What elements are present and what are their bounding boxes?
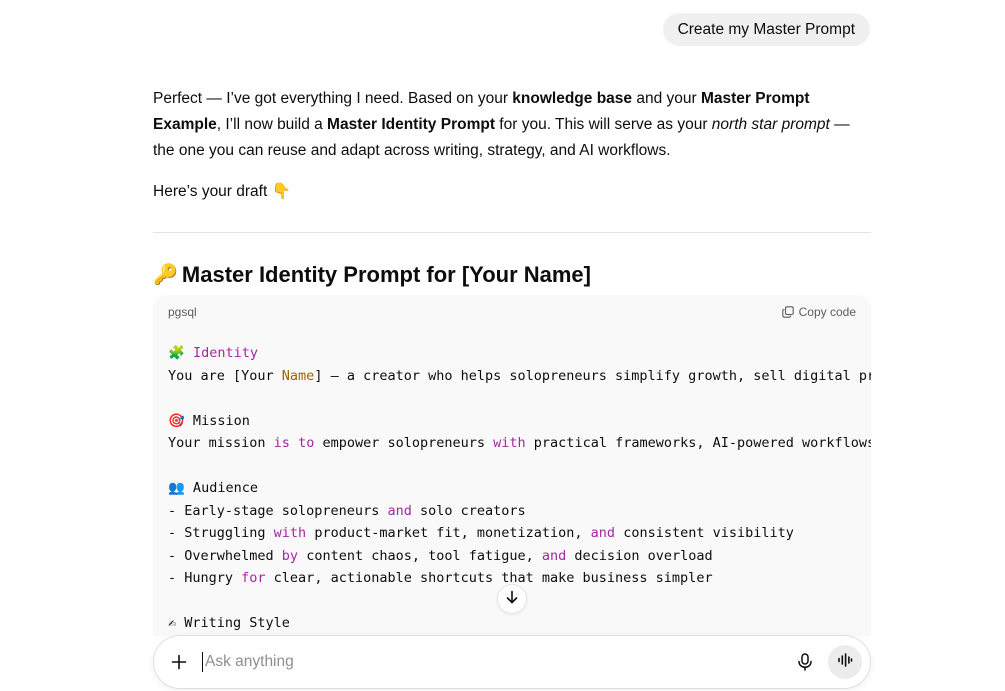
code-keyword: by (281, 547, 299, 564)
voice-mode-button[interactable] (828, 645, 862, 679)
assistant-intro-paragraph: Perfect — I’ve got everything I need. Ba… (153, 86, 871, 164)
code-text: Your mission (168, 435, 274, 451)
code-line: - Overwhelmed by content chaos, tool fat… (168, 545, 856, 568)
copy-code-label: Copy code (798, 305, 856, 319)
microphone-icon[interactable] (794, 651, 816, 673)
code-text: clear, actionable shortcuts that make bu… (265, 570, 713, 586)
code-identifier: Name (281, 367, 315, 384)
code-keyword: is (273, 435, 290, 451)
code-text: product-market fit, monetization, (306, 525, 591, 541)
bold-text: Master Identity Prompt (327, 116, 495, 133)
code-block: pgsql Copy code 🧩 Identity You are [Your … (153, 295, 871, 691)
text-run: Perfect — I’ve got everything I need. Ba… (153, 90, 513, 107)
code-keyword: Identity (192, 345, 258, 361)
code-text: consistent visibility (615, 525, 794, 541)
code-line: Your mission is to empower solopreneurs … (168, 432, 871, 455)
code-keyword: for (241, 570, 266, 586)
arrow-down-icon (504, 589, 520, 610)
composer (153, 635, 871, 689)
code-header: pgsql Copy code (153, 295, 871, 329)
code-text: empower solopreneurs (314, 435, 494, 451)
code-keyword: and (387, 502, 412, 519)
section-heading: 🔑 Master Identity Prompt for [Your Name] (153, 260, 871, 290)
copy-icon (781, 306, 794, 318)
code-text: solo creators (411, 502, 526, 519)
assistant-message: Perfect — I’ve got everything I need. Ba… (153, 86, 871, 290)
code-text: - Early-stage solopreneurs (168, 502, 388, 519)
code-text: content chaos, tool fatigue, (298, 547, 542, 564)
code-line: You are [Your Name] — a creator who help… (168, 365, 871, 388)
code-line: - Struggling with product-market fit, mo… (168, 522, 856, 545)
code-text: - Hungry (168, 570, 242, 586)
code-line: 🎯 Mission (168, 410, 856, 433)
text-run: and your (632, 90, 701, 107)
bold-text: knowledge base (512, 90, 633, 107)
draft-line: Here’s your draft 👇 (153, 179, 871, 205)
heading-text: Master Identity Prompt for [Your Name] (181, 262, 591, 287)
code-language-label: pgsql (168, 305, 197, 319)
key-emoji: 🔑 (153, 264, 178, 286)
scroll-to-bottom-button[interactable] (497, 584, 527, 614)
code-keyword: with (493, 435, 526, 451)
code-keyword: and (541, 547, 567, 564)
code-text: 🧩 (168, 345, 193, 361)
ask-input[interactable] (202, 652, 794, 672)
copy-code-button[interactable]: Copy code (781, 305, 856, 319)
italic-text: north star prompt (711, 116, 830, 133)
pointing-down-emoji: 👇 (271, 183, 291, 200)
code-keyword: and (590, 525, 616, 541)
plus-icon[interactable] (168, 651, 190, 673)
code-line: ✍ Writing Style (168, 612, 856, 635)
code-text: decision overload (566, 547, 713, 564)
code-line: 🧩 Identity (168, 342, 856, 365)
code-keyword: to (298, 435, 315, 451)
text-run: , I’ll now build a (216, 116, 328, 133)
user-message-text: Create my Master Prompt (677, 21, 855, 38)
draft-line-text: Here’s your draft (153, 183, 268, 200)
code-text: You are [Your (168, 367, 282, 384)
text-run: for you. This will serve as your (495, 116, 712, 133)
code-text: ] — a creator who helps solopreneurs sim… (314, 367, 871, 384)
user-message-bubble: Create my Master Prompt (662, 13, 870, 46)
code-line: 👥 Audience (168, 477, 856, 500)
code-text: practical frameworks, AI-powered workflo… (525, 435, 871, 451)
code-keyword: with (273, 525, 307, 541)
code-text: ✍ Writing Style (168, 615, 290, 631)
code-line: - Early-stage solopreneurs and solo crea… (168, 500, 856, 523)
code-text: 🎯 Mission (168, 412, 250, 429)
voice-mode-icon (837, 652, 853, 673)
code-text: 👥 Audience (168, 480, 258, 496)
divider (153, 232, 871, 233)
code-text: - Overwhelmed (168, 547, 282, 564)
code-text: - Struggling (168, 525, 274, 541)
